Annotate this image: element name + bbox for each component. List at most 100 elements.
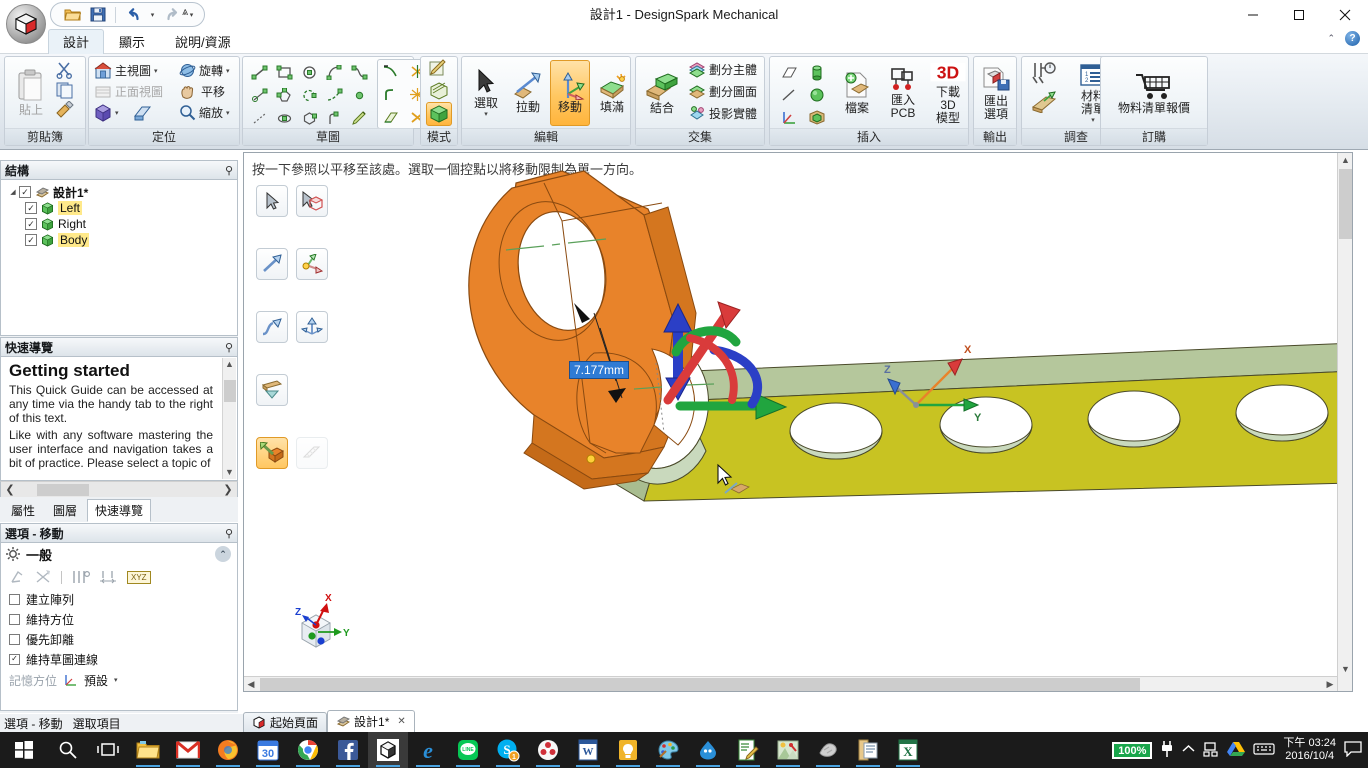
select-caret-icon[interactable]: ▾ xyxy=(484,110,488,118)
scroll-up-icon[interactable]: ▲ xyxy=(1338,153,1352,167)
tree-checkbox[interactable]: ✓ xyxy=(25,218,37,230)
gmail-icon[interactable] xyxy=(168,732,208,768)
detach-move-tool-button[interactable] xyxy=(256,437,288,469)
zoom-caret-icon[interactable]: ▾ xyxy=(226,109,230,117)
paste-button[interactable]: 貼上 xyxy=(9,61,53,125)
move-arrow-tool-button[interactable] xyxy=(256,248,288,280)
pull-button[interactable]: 拉動 xyxy=(508,60,548,126)
maximize-button[interactable] xyxy=(1276,0,1322,29)
tree-item-right[interactable]: ✓ Right xyxy=(3,216,235,232)
download-3d-model-button[interactable]: 3D 下載 3D 模型 xyxy=(926,60,970,126)
file-explorer-icon[interactable] xyxy=(128,732,168,768)
tab-properties[interactable]: 屬性 xyxy=(3,499,43,522)
combine-button[interactable]: 結合 xyxy=(639,60,685,126)
keyboard-icon[interactable] xyxy=(1253,742,1276,759)
viewport-horizontal-scrollbar[interactable]: ◀ ▶ xyxy=(244,676,1337,691)
designspark-icon[interactable] xyxy=(368,732,408,768)
dimension-value-box[interactable]: 7.177mm xyxy=(569,361,630,379)
tab-design[interactable]: 設計 xyxy=(48,29,105,54)
notepad-edit-icon[interactable] xyxy=(728,732,768,768)
detach-icon[interactable] xyxy=(35,569,52,585)
close-button[interactable] xyxy=(1322,0,1368,29)
tab-quick-guide[interactable]: 快速導覽 xyxy=(87,499,152,522)
open-folder-icon[interactable] xyxy=(61,5,83,25)
anchor-plane-tool-button[interactable] xyxy=(256,374,288,406)
measure-button[interactable] xyxy=(1030,61,1058,90)
collapse-ribbon-icon[interactable]: ⌃ xyxy=(1327,33,1335,44)
bom-quote-button[interactable]: 物料清單報價 xyxy=(1105,60,1203,126)
grey-app-icon[interactable] xyxy=(808,732,848,768)
option-checkbox[interactable] xyxy=(9,633,20,645)
sketch-fillet-icon[interactable] xyxy=(322,107,347,130)
select-button[interactable]: 選取 ▾ xyxy=(466,60,506,126)
sketch-circle-icon[interactable] xyxy=(297,61,322,84)
select-solid-tool-button[interactable] xyxy=(296,185,328,217)
measure-icon[interactable] xyxy=(99,569,118,585)
qat-overflow-caret-icon[interactable]: ⩓ xyxy=(182,6,188,19)
sketch-point-icon[interactable] xyxy=(347,84,372,107)
facebook-icon[interactable] xyxy=(328,732,368,768)
sketch-hexagon-icon[interactable] xyxy=(297,107,322,130)
scale-tool-button[interactable] xyxy=(296,311,328,343)
sketch-ellipse-icon[interactable] xyxy=(297,84,322,107)
internet-explorer-icon[interactable]: e xyxy=(408,732,448,768)
redo-caret-icon[interactable]: ▾ xyxy=(187,11,196,19)
pin-icon[interactable]: ⚲ xyxy=(225,341,233,354)
insert-cylinder-icon[interactable] xyxy=(804,61,829,84)
format-painter-button[interactable] xyxy=(55,100,75,124)
ruler-icon[interactable] xyxy=(71,569,90,585)
view-mode-button[interactable]: ▾ xyxy=(94,104,152,122)
close-tab-icon[interactable]: ✕ xyxy=(397,716,405,727)
pin-icon[interactable]: ⚲ xyxy=(225,164,233,177)
import-pcb-button[interactable]: 匯入 PCB xyxy=(882,60,924,126)
insert-file-button[interactable]: 檔案 xyxy=(834,60,880,126)
task-view-icon[interactable] xyxy=(88,732,128,768)
cad-model[interactable]: Z X Y X Z Y xyxy=(244,153,1352,691)
insert-sphere-icon[interactable] xyxy=(804,83,829,106)
front-view-button[interactable]: 正面視圖 xyxy=(94,83,163,100)
zoom-button[interactable]: 縮放 ▾ xyxy=(179,104,230,121)
undo-caret-icon[interactable]: ▾ xyxy=(148,11,157,19)
lightbulb-icon[interactable] xyxy=(608,732,648,768)
options-general-group-header[interactable]: 一般 ⌃ xyxy=(1,543,237,565)
sketch-dashed-line-icon[interactable] xyxy=(247,107,272,130)
3d-viewport[interactable]: 按一下參照以平移至該處。選取一個控點以將移動限制為單一方向。 Z X Y X Z… xyxy=(243,152,1353,692)
sketch-rectangle-icon[interactable] xyxy=(272,61,297,84)
export-options-button[interactable]: 匯出 選項 xyxy=(976,60,1016,126)
home-view-caret-icon[interactable]: ▾ xyxy=(154,67,158,75)
scroll-left-icon[interactable]: ❮ xyxy=(3,483,17,496)
option-checkbox[interactable]: ✓ xyxy=(9,653,20,665)
select-tool-button[interactable] xyxy=(256,185,288,217)
help-icon[interactable]: ? xyxy=(1345,31,1360,46)
mass-properties-button[interactable] xyxy=(1030,91,1058,118)
tree-item-design[interactable]: ◢ ✓ 設計1* xyxy=(3,184,235,200)
doc-tab-design1[interactable]: 設計1* ✕ xyxy=(327,710,415,732)
viewport-vertical-scrollbar[interactable]: ▲ ▼ xyxy=(1337,153,1352,691)
ruler-tool-button[interactable] xyxy=(296,437,328,469)
tab-help-resources[interactable]: 說明/資源 xyxy=(160,29,246,54)
insert-axis-icon[interactable] xyxy=(776,105,801,128)
option-checkbox[interactable] xyxy=(9,593,20,605)
skype-icon[interactable]: S1 xyxy=(488,732,528,768)
sketch-arc-icon[interactable] xyxy=(322,61,347,84)
option-create-pattern[interactable]: 建立陣列 xyxy=(1,589,237,609)
tab-layers[interactable]: 圖層 xyxy=(45,499,85,522)
anchor-icon[interactable] xyxy=(9,569,26,585)
word-icon[interactable]: W xyxy=(568,732,608,768)
scroll-down-icon[interactable]: ▼ xyxy=(1338,662,1352,676)
excel-icon[interactable]: X xyxy=(888,732,928,768)
status-selected-items[interactable]: 選取項目 xyxy=(73,715,121,732)
taskbar-clock[interactable]: 下午 03:24 2016/10/4 xyxy=(1283,737,1336,763)
network-icon[interactable] xyxy=(1203,741,1219,760)
scroll-left-icon[interactable]: ◀ xyxy=(244,677,258,691)
memory-orientation-caret-icon[interactable]: ▾ xyxy=(114,676,118,684)
scroll-thumb[interactable] xyxy=(37,483,89,496)
tree-item-left[interactable]: ✓ Left xyxy=(3,200,235,216)
sketch-oval-icon[interactable] xyxy=(272,107,297,130)
action-center-icon[interactable] xyxy=(1344,740,1362,760)
sketch-tangent-arc-icon[interactable] xyxy=(322,84,347,107)
sketch-corner-icon[interactable] xyxy=(378,83,403,106)
tree-checkbox[interactable]: ✓ xyxy=(25,202,37,214)
save-icon[interactable] xyxy=(87,5,109,25)
firefox-icon[interactable] xyxy=(208,732,248,768)
